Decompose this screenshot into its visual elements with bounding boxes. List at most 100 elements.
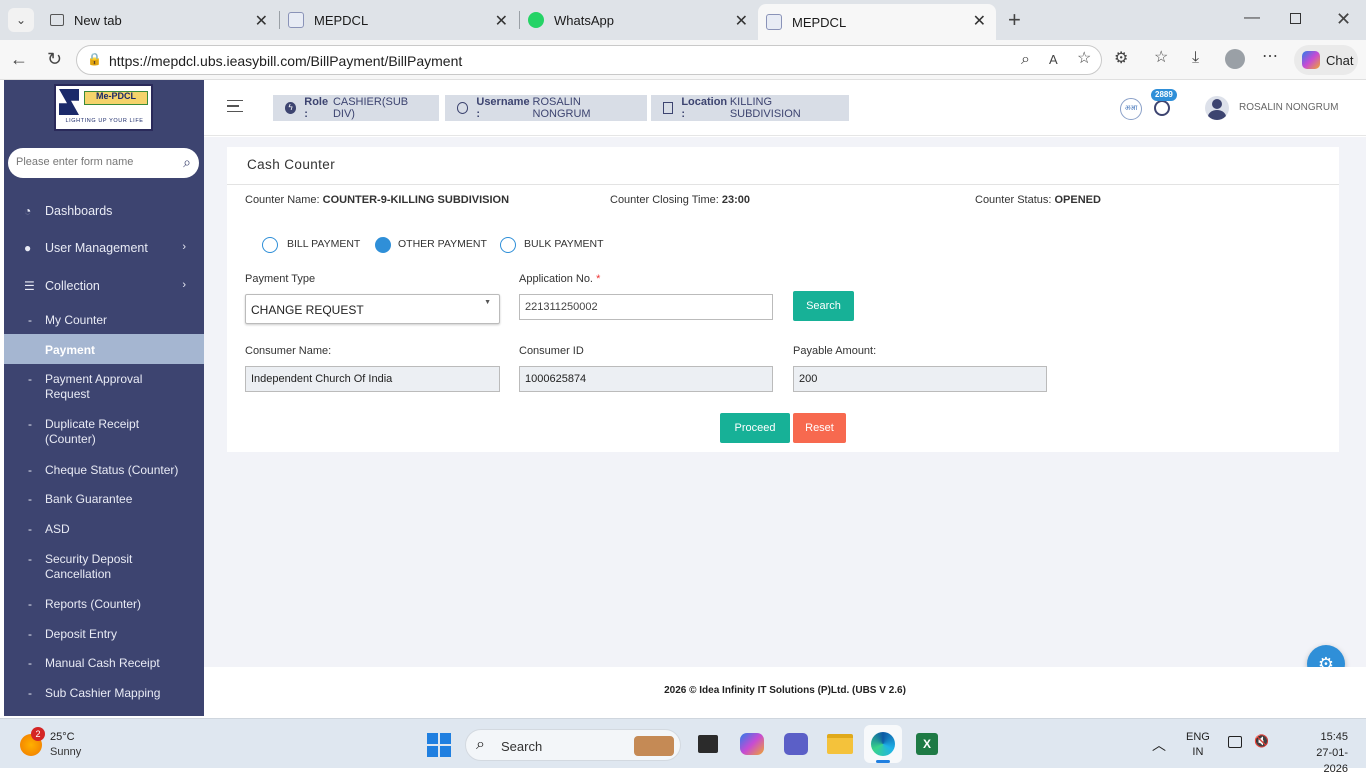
user-circle-icon (457, 102, 469, 114)
radio-bill-payment[interactable] (262, 237, 278, 253)
sidebar-subitem-reports[interactable]: - Reports (Counter) (4, 597, 204, 613)
file-explorer-icon[interactable] (827, 734, 853, 754)
refresh-icon[interactable]: ↻ (47, 50, 62, 68)
radio-bill-payment-label[interactable]: BILL PAYMENT (287, 238, 360, 250)
sidebar-subitem-label: Payment (45, 343, 96, 357)
copilot-taskbar-icon[interactable] (740, 733, 764, 755)
proceed-button[interactable]: Proceed (720, 413, 790, 443)
excel-icon[interactable]: X (916, 733, 938, 755)
sidebar-subitem-label: Bank Guarantee (45, 492, 133, 506)
sidebar-subitem-bank-guarantee[interactable]: - Bank Guarantee (4, 492, 204, 508)
tray-chevron-icon[interactable]: ︿ (1152, 735, 1166, 755)
copilot-chat-button[interactable]: Chat (1294, 45, 1358, 75)
mepdcl-logo[interactable]: Me-PDCL LIGHTING UP YOUR LIFE (54, 84, 153, 131)
favorite-star-icon[interactable]: ☆ (1077, 51, 1091, 67)
volume-muted-icon[interactable]: 🔇 (1254, 734, 1269, 748)
tab-whatsapp[interactable]: WhatsApp ✕ (520, 0, 758, 40)
favorites-icon[interactable]: ☆ (1154, 50, 1168, 66)
sidebar-subitem-duplicate-receipt[interactable]: - Duplicate Receipt (Counter) (4, 417, 204, 449)
tab-mepdcl-active[interactable]: MEPDCL ✕ (758, 4, 996, 40)
taskbar-search[interactable]: ⌕ Search (465, 729, 681, 761)
clock-notification-icon[interactable] (1154, 100, 1170, 116)
language-icon[interactable]: अआ (1120, 98, 1142, 120)
restore-icon[interactable] (1290, 13, 1301, 24)
hamburger-menu-icon[interactable] (227, 100, 243, 112)
sidebar-subitem-payment-approval[interactable]: - Payment Approval Request (4, 372, 204, 404)
read-aloud-icon[interactable]: A (1049, 53, 1058, 66)
payable-amount-label: Payable Amount: (793, 345, 877, 357)
sidebar-subitem-label: Cheque Status (Counter) (45, 463, 179, 477)
sidebar-subitem-sub-cashier-mapping[interactable]: - Sub Cashier Mapping (4, 686, 204, 702)
downloads-icon[interactable]: ⤓ (1192, 50, 1199, 66)
new-tab-plus-icon[interactable]: + (1008, 9, 1021, 31)
task-view-icon[interactable] (698, 735, 718, 753)
application-no-input[interactable]: 221311250002 (519, 294, 773, 320)
sidebar-subitem-asd[interactable]: - ASD (4, 522, 204, 538)
sidebar-subitem-payment[interactable]: Payment (4, 334, 204, 364)
payment-type-select[interactable]: CHANGE REQUEST ▼ (245, 294, 500, 324)
required-mark: * (596, 273, 601, 285)
sidebar-subitem-my-counter[interactable]: - My Counter (4, 313, 204, 329)
address-bar[interactable]: 🔒 https://mepdcl.ubs.ieasybill.com/BillP… (76, 45, 1102, 75)
tab-mepdcl-1[interactable]: MEPDCL ✕ (280, 0, 518, 40)
clock[interactable]: 15:45 27-01-2026 (1296, 729, 1348, 777)
back-arrow-icon[interactable]: ← (10, 50, 28, 68)
clock-date: 27-01-2026 (1316, 747, 1348, 775)
extensions-icon[interactable]: ⚙ (1114, 51, 1128, 67)
sidebar-subitem-cheque-status[interactable]: - Cheque Status (Counter) (4, 463, 204, 479)
consumer-name-field: Independent Church Of India (245, 366, 500, 392)
teams-icon[interactable] (784, 733, 808, 755)
page-title: Cash Counter (247, 157, 336, 172)
lock-icon[interactable]: 🔒 (87, 53, 102, 65)
edge-browser-icon[interactable] (864, 725, 902, 763)
search-icon: ⌕ (476, 736, 485, 753)
search-icon[interactable]: ⌕ (183, 154, 191, 171)
language-indicator[interactable]: ENG IN (1186, 730, 1210, 760)
reset-button[interactable]: Reset (793, 413, 846, 443)
close-tab-icon[interactable]: ✕ (973, 11, 986, 31)
form-search-input[interactable]: Please enter form name ⌕ (8, 148, 199, 178)
tab-actions-chevron-icon[interactable]: ⌄ (8, 8, 34, 32)
radio-other-payment-label[interactable]: OTHER PAYMENT (398, 238, 487, 250)
sidebar-subitem-label: ASD (45, 522, 70, 536)
sidebar-item-dashboards[interactable]: ◔ Dashboards (4, 204, 204, 224)
header-user-name[interactable]: ROSALIN NONGRUM (1239, 102, 1338, 113)
close-tab-icon[interactable]: ✕ (255, 11, 268, 31)
sidebar-item-label: User Management (45, 241, 148, 255)
weather-widget[interactable]: 2 25°C Sunny (18, 727, 108, 761)
tab-new-tab[interactable]: New tab ✕ (40, 0, 278, 40)
search-button[interactable]: Search (793, 291, 854, 321)
zoom-icon[interactable]: ⌕ (1021, 52, 1030, 68)
consumer-id-field: 1000625874 (519, 366, 773, 392)
tab-label: MEPDCL (314, 12, 369, 28)
more-menu-icon[interactable]: ⋯ (1262, 49, 1278, 65)
consumer-id-label: Consumer ID (519, 345, 584, 357)
close-tab-icon[interactable]: ✕ (735, 11, 748, 31)
url-text: https://mepdcl.ubs.ieasybill.com/BillPay… (109, 53, 463, 69)
app-header: ϟ Role : CASHIER(SUB DIV) Username : ROS… (204, 80, 1366, 136)
sidebar-item-label: Collection (45, 279, 100, 293)
close-tab-icon[interactable]: ✕ (495, 11, 508, 31)
user-avatar[interactable] (1205, 96, 1229, 120)
sidebar-item-user-management[interactable]: ● User Management › (4, 241, 204, 261)
sidebar-subitem-security-deposit[interactable]: - Security Deposit Cancellation (4, 552, 204, 584)
sidebar-subitem-deposit-entry[interactable]: - Deposit Entry (4, 627, 204, 643)
role-pill: ϟ Role : CASHIER(SUB DIV) (273, 95, 439, 121)
network-icon[interactable] (1228, 736, 1242, 748)
list-icon: ☰ (24, 279, 35, 293)
dashboard-icon: ◔ (24, 204, 32, 218)
close-window-icon[interactable]: ✕ (1336, 10, 1351, 28)
sidebar-subitem-manual-cash-receipt[interactable]: - Manual Cash Receipt (4, 656, 204, 672)
sidebar-item-collection[interactable]: ☰ Collection › (4, 279, 204, 299)
radio-other-payment[interactable] (375, 237, 391, 253)
minimize-icon[interactable]: — (1244, 10, 1260, 26)
closing-time-value: 23:00 (721, 194, 751, 206)
radio-bulk-payment-label[interactable]: BULK PAYMENT (524, 238, 604, 250)
start-button[interactable] (427, 733, 451, 757)
radio-bulk-payment[interactable] (500, 237, 516, 253)
sidebar-subitem-label: Duplicate Receipt (Counter) (45, 417, 140, 446)
footer-text: 2026 © Idea Infinity IT Solutions (P)Ltd… (664, 685, 906, 696)
payment-type-label: Payment Type (245, 273, 316, 285)
counter-name-label: Counter Name: (245, 194, 320, 206)
profile-avatar-icon[interactable] (1225, 49, 1245, 69)
